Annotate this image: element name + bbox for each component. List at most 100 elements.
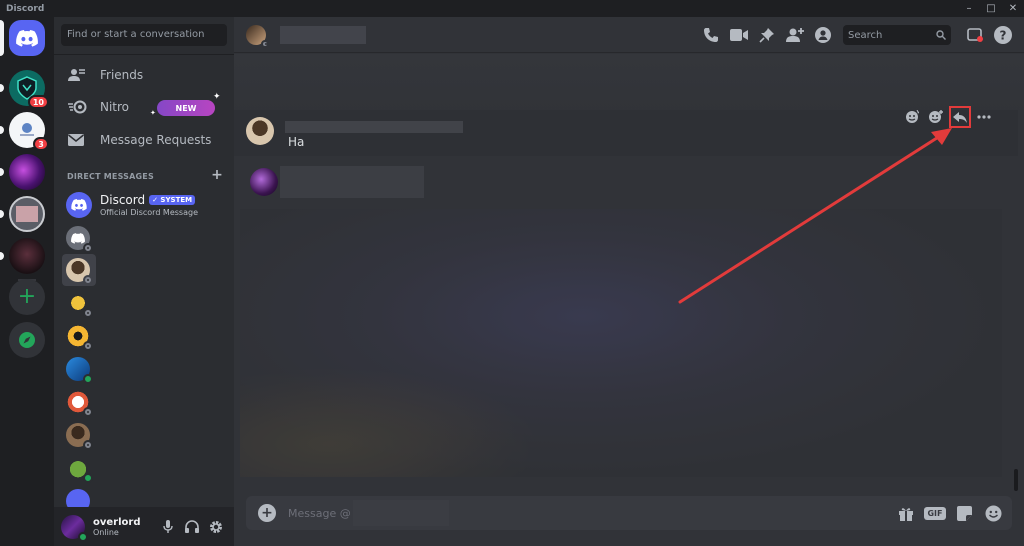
voice-call-button[interactable] bbox=[700, 24, 722, 46]
recipient-avatar[interactable] bbox=[246, 24, 269, 48]
user-panel: overlord Online bbox=[54, 507, 234, 546]
dm-discord-system[interactable]: Discord ✓ SYSTEM Official Discord Message bbox=[62, 188, 226, 222]
message-actions-bar bbox=[900, 106, 996, 128]
dm-list-item-active[interactable] bbox=[62, 254, 96, 286]
send-gift-button[interactable] bbox=[895, 502, 917, 524]
discord-logo-icon bbox=[71, 199, 87, 211]
dm-list-item[interactable] bbox=[62, 452, 96, 484]
more-options-button[interactable] bbox=[973, 106, 995, 128]
dm-list-item[interactable] bbox=[62, 287, 96, 319]
user-profile-button[interactable] bbox=[812, 24, 834, 46]
emoji-icon bbox=[985, 505, 1001, 521]
sparkle-icon: ✦ bbox=[213, 92, 221, 102]
system-tag: ✓ SYSTEM bbox=[149, 195, 196, 205]
scrollbar-thumb[interactable] bbox=[1014, 469, 1018, 491]
avatar bbox=[66, 456, 93, 483]
message-requests-label: Message Requests bbox=[100, 133, 212, 147]
friends-label: Friends bbox=[100, 68, 144, 82]
pin-icon bbox=[759, 28, 774, 43]
close-button[interactable]: ✕ bbox=[1002, 0, 1024, 17]
message-composer[interactable]: + Message @ GIF bbox=[246, 496, 1012, 530]
video-call-button[interactable] bbox=[728, 24, 750, 46]
maximize-button[interactable]: □ bbox=[980, 0, 1002, 17]
video-camera-icon bbox=[730, 29, 748, 41]
dm-subtitle: Official Discord Message bbox=[100, 208, 198, 217]
plus-icon: + bbox=[17, 284, 37, 309]
globe-icon bbox=[20, 123, 34, 136]
emoji-picker-button[interactable] bbox=[982, 502, 1004, 524]
sticker-picker-button[interactable] bbox=[953, 502, 975, 524]
search-input[interactable]: Search bbox=[843, 25, 951, 45]
svg-text:?: ? bbox=[1000, 29, 1007, 43]
inbox-icon bbox=[967, 28, 983, 42]
more-icon bbox=[977, 115, 991, 119]
search-placeholder: Search bbox=[848, 29, 883, 41]
chat-area: Search ? Ha + Message @ GIF bbox=[234, 17, 1024, 546]
server-pink[interactable] bbox=[0, 196, 45, 232]
user-avatar[interactable] bbox=[61, 514, 88, 542]
gear-icon bbox=[210, 520, 222, 533]
recipient-name-redacted bbox=[352, 500, 449, 526]
dm-list-item[interactable] bbox=[62, 222, 96, 254]
author-avatar[interactable] bbox=[250, 168, 278, 196]
inbox-button[interactable] bbox=[964, 24, 986, 46]
create-dm-button[interactable]: + bbox=[211, 167, 223, 183]
help-icon: ? bbox=[994, 26, 1012, 44]
mute-button[interactable] bbox=[156, 515, 180, 539]
username: overlord bbox=[93, 516, 141, 528]
mention-badge: 3 bbox=[33, 137, 49, 151]
reply-button[interactable] bbox=[949, 106, 971, 128]
earlier-messages-redacted bbox=[234, 54, 1024, 114]
avatar bbox=[66, 226, 93, 253]
pinned-messages-button[interactable] bbox=[756, 24, 778, 46]
discord-logo-icon bbox=[16, 29, 38, 47]
add-reaction-icon bbox=[929, 110, 943, 123]
sticker-icon bbox=[956, 505, 972, 521]
dm-list-item[interactable] bbox=[62, 320, 96, 352]
divider bbox=[54, 54, 234, 55]
author-name-redacted bbox=[285, 121, 463, 133]
message-input-placeholder: Message @ bbox=[288, 506, 351, 520]
dm-sidebar: Find or start a conversation Friends Nit… bbox=[54, 17, 234, 546]
gif-icon: GIF bbox=[924, 506, 946, 520]
new-badge: NEW bbox=[157, 100, 215, 116]
find-conversation-button[interactable]: Find or start a conversation bbox=[61, 24, 227, 46]
recipient-name-redacted bbox=[280, 25, 366, 44]
dm-list-item[interactable] bbox=[62, 386, 96, 418]
user-settings-button[interactable] bbox=[204, 515, 228, 539]
author-avatar[interactable] bbox=[246, 117, 274, 145]
avatar bbox=[66, 324, 93, 351]
help-button[interactable]: ? bbox=[992, 24, 1014, 46]
search-icon bbox=[936, 30, 946, 40]
direct-messages-header: DIRECT MESSAGES + bbox=[67, 167, 227, 183]
server-purple[interactable] bbox=[0, 154, 45, 190]
add-reaction-button[interactable] bbox=[925, 106, 947, 128]
reply-icon bbox=[953, 111, 967, 123]
dm-list-item[interactable] bbox=[62, 419, 96, 451]
image-attachment-blurred[interactable] bbox=[240, 209, 1002, 477]
friends-link[interactable]: Friends bbox=[62, 61, 226, 89]
dm-name: Discord bbox=[100, 193, 146, 207]
add-server-button[interactable]: + bbox=[9, 279, 45, 315]
deafen-button[interactable] bbox=[180, 515, 204, 539]
avatar bbox=[66, 357, 93, 384]
gif-picker-button[interactable]: GIF bbox=[924, 502, 946, 524]
message-text: Ha bbox=[288, 135, 305, 149]
server-rail: 10 3 + bbox=[0, 17, 54, 546]
mention-badge: 10 bbox=[27, 95, 49, 109]
explore-servers-button[interactable] bbox=[9, 322, 45, 358]
add-super-reaction-button[interactable] bbox=[901, 106, 923, 128]
server-dark[interactable] bbox=[0, 238, 45, 274]
dm-list-item[interactable] bbox=[62, 353, 96, 385]
upload-button[interactable]: + bbox=[258, 504, 276, 522]
add-friends-to-dm-button[interactable] bbox=[784, 24, 806, 46]
server-shield[interactable]: 10 bbox=[0, 70, 49, 109]
minimize-button[interactable]: – bbox=[958, 0, 980, 17]
gift-icon bbox=[899, 507, 913, 521]
home-button[interactable] bbox=[0, 20, 45, 56]
server-blue[interactable]: 3 bbox=[0, 112, 49, 151]
profile-icon bbox=[815, 27, 831, 43]
direct-messages-title: DIRECT MESSAGES bbox=[67, 172, 154, 181]
app-title: Discord bbox=[6, 3, 45, 14]
message-requests-link[interactable]: Message Requests bbox=[62, 126, 226, 154]
